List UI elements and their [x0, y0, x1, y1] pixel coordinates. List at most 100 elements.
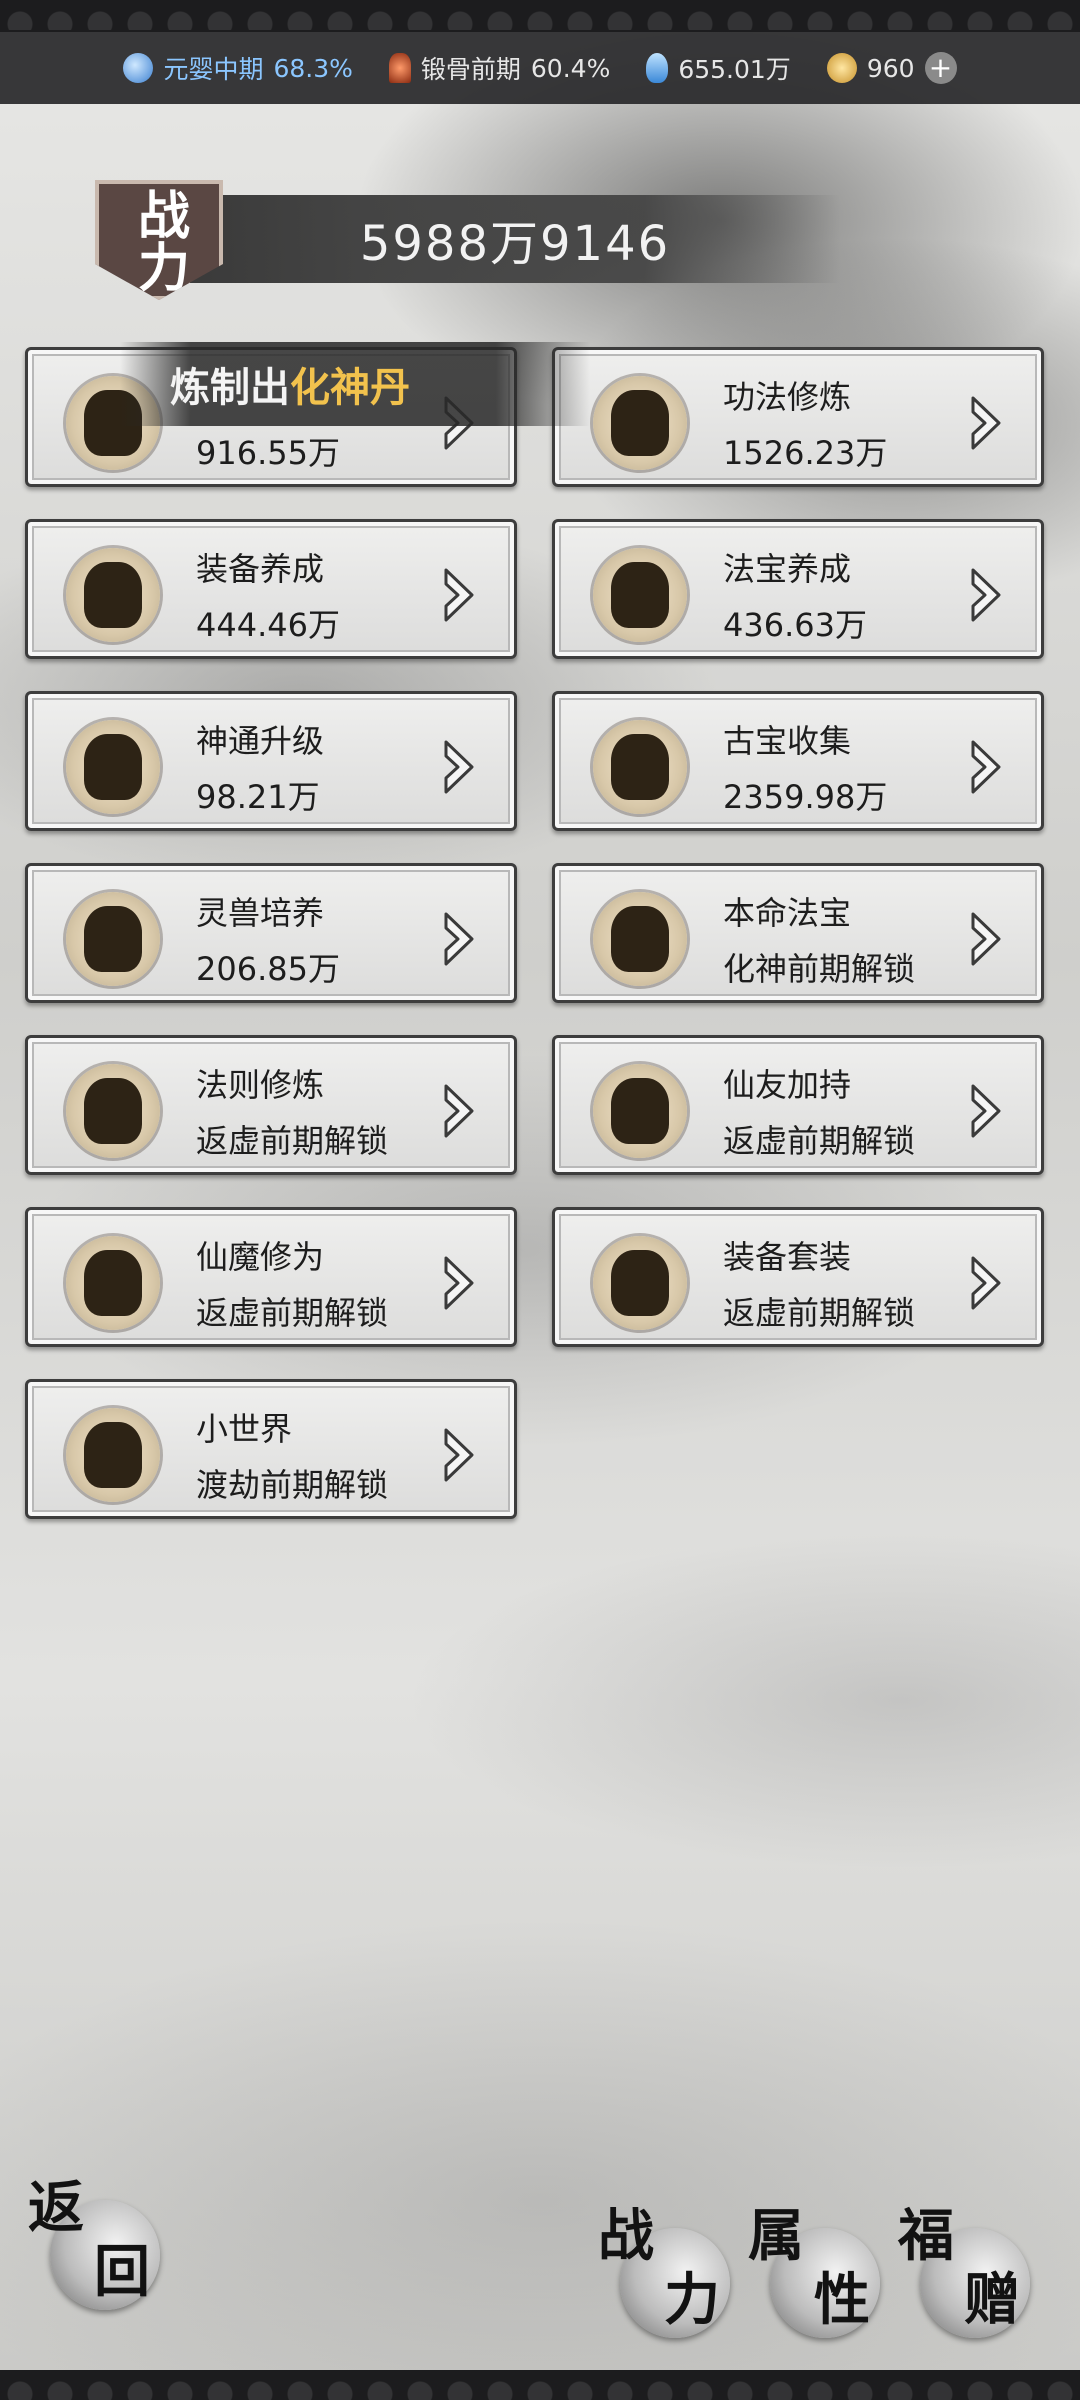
emblem-silhouette: [611, 1250, 669, 1316]
resource-status-bar: 元婴中期 68.3% 锻骨前期 60.4% 655.01万 960 +: [0, 32, 1080, 104]
card-value: 返虚前期解锁: [196, 1122, 389, 1160]
tab-combat-power[interactable]: 战 力: [598, 2208, 730, 2338]
emblem-silhouette: [611, 390, 669, 456]
body-percent: 60.4%: [530, 53, 611, 83]
emblem-silhouette: [611, 1078, 669, 1144]
power-source-card[interactable]: 灵兽培养 206.85万: [25, 863, 517, 1003]
bottom-decorative-band: [0, 2370, 1080, 2400]
card-title: 仙友加持: [723, 1066, 852, 1104]
emblem-silhouette: [611, 562, 669, 628]
vessel-silhouette-icon: [593, 720, 687, 814]
tab-attributes[interactable]: 属 性: [748, 2208, 880, 2338]
combat-power-value: 5988万9146: [359, 216, 671, 272]
power-source-card[interactable]: 法则修炼返虚前期解锁: [25, 1035, 517, 1175]
card-value: 436.63万: [723, 606, 867, 644]
gift-tab-char-1: 福: [898, 2203, 954, 2269]
gift-tab-char-2: 赠: [964, 2267, 1020, 2333]
card-title: 灵兽培养: [196, 894, 325, 932]
power-source-card[interactable]: 本命法宝化神前期解锁: [552, 863, 1044, 1003]
toast-prefix: 炼制出: [170, 365, 290, 411]
demon-silhouette-icon: [66, 1236, 160, 1330]
card-title: 小世界: [196, 1410, 293, 1448]
back-button[interactable]: 返 回: [28, 2180, 160, 2310]
yin-yang-icon: [123, 53, 154, 83]
card-title: 功法修炼: [723, 378, 852, 416]
card-value: 返虚前期解锁: [723, 1122, 916, 1160]
top-decorative-band: [0, 0, 1080, 32]
go-arrow-icon[interactable]: [969, 394, 1003, 452]
emblem-silhouette: [84, 906, 142, 972]
card-value: 化神前期解锁: [723, 950, 916, 988]
add-currency-button[interactable]: +: [924, 52, 957, 84]
power-source-card[interactable]: 功法修炼 1526.23万: [552, 347, 1044, 487]
card-value: 1526.23万: [723, 434, 888, 472]
bell-silhouette-icon: [66, 720, 160, 814]
power-source-card[interactable]: 法宝养成 436.63万: [552, 519, 1044, 659]
card-title: 法则修炼: [196, 1066, 325, 1104]
go-arrow-icon[interactable]: [442, 738, 476, 796]
gourd-silhouette-icon: [593, 548, 687, 642]
power-source-card[interactable]: 神通升级 98.21万: [25, 691, 517, 831]
tab-gifts[interactable]: 福 赠: [898, 2208, 1030, 2338]
power-tab-char-1: 战: [598, 2203, 654, 2269]
emblem-silhouette: [84, 1422, 142, 1488]
emblem-silhouette: [611, 906, 669, 972]
card-title: 古宝收集: [723, 722, 852, 760]
card-title: 法宝养成: [723, 550, 852, 588]
world-silhouette-icon: [66, 1408, 160, 1502]
emblem-silhouette: [84, 734, 142, 800]
card-value: 2359.98万: [723, 778, 888, 816]
go-arrow-icon[interactable]: [442, 1426, 476, 1484]
currency-counter[interactable]: 960 +: [826, 52, 957, 84]
go-arrow-icon[interactable]: [969, 1082, 1003, 1140]
card-value: 返虚前期解锁: [196, 1294, 389, 1332]
spirit-stone-value: 655.01万: [678, 55, 791, 84]
chest-silhouette-icon: [66, 1064, 160, 1158]
emblem-silhouette: [84, 1078, 142, 1144]
gold-coin-icon: [826, 53, 857, 83]
card-title: 仙魔修为: [196, 1238, 325, 1276]
emblem-silhouette: [611, 734, 669, 800]
go-arrow-icon[interactable]: [442, 566, 476, 624]
card-value: 916.55万: [196, 434, 340, 472]
go-arrow-icon[interactable]: [442, 910, 476, 968]
go-arrow-icon[interactable]: [969, 1254, 1003, 1312]
weapon-silhouette-icon: [66, 548, 160, 642]
card-value: 206.85万: [196, 950, 340, 988]
back-char-2: 回: [94, 2239, 150, 2305]
attr-tab-char-1: 属: [748, 2203, 804, 2269]
realm-percent: 68.3%: [273, 53, 353, 83]
power-source-card[interactable]: 装备养成 444.46万: [25, 519, 517, 659]
toast-item: 化神丹: [290, 365, 410, 411]
power-source-card[interactable]: 小世界 渡劫前期解锁: [25, 1379, 517, 1519]
power-source-card[interactable]: 装备套装 返虚前期解锁: [552, 1207, 1044, 1347]
emblem-silhouette: [84, 562, 142, 628]
book-silhouette-icon: [593, 376, 687, 470]
crafting-toast: 炼制出 化神丹: [120, 342, 590, 426]
card-title: 本命法宝: [723, 894, 852, 932]
go-arrow-icon[interactable]: [442, 1082, 476, 1140]
go-arrow-icon[interactable]: [442, 1254, 476, 1312]
card-value: 渡劫前期解锁: [196, 1466, 389, 1504]
currency-value: 960: [866, 53, 915, 83]
gourd-silhouette-icon: [593, 1236, 687, 1330]
go-arrow-icon[interactable]: [969, 910, 1003, 968]
body-label: 锻骨前期: [420, 55, 521, 84]
power-source-card[interactable]: 古宝收集 2359.98万: [552, 691, 1044, 831]
realm-progress[interactable]: 元婴中期 68.3%: [123, 50, 353, 86]
power-tab-char-2: 力: [664, 2267, 720, 2333]
power-source-card[interactable]: 仙魔修为返虚前期解锁: [25, 1207, 517, 1347]
go-arrow-icon[interactable]: [969, 738, 1003, 796]
realm-label: 元婴中期: [163, 55, 264, 84]
body-progress[interactable]: 锻骨前期 60.4%: [388, 50, 611, 86]
spirit-crystal-icon: [646, 53, 669, 83]
card-value: 返虚前期解锁: [723, 1294, 916, 1332]
combat-power-bar: 5988万9146: [190, 195, 840, 283]
back-char-1: 返: [28, 2175, 84, 2241]
power-source-card[interactable]: 仙友加持返虚前期解锁: [552, 1035, 1044, 1175]
attr-tab-char-2: 性: [814, 2267, 870, 2333]
spirit-stone-counter[interactable]: 655.01万: [646, 50, 791, 86]
emblem-silhouette: [84, 1250, 142, 1316]
go-arrow-icon[interactable]: [969, 566, 1003, 624]
card-value: 444.46万: [196, 606, 340, 644]
